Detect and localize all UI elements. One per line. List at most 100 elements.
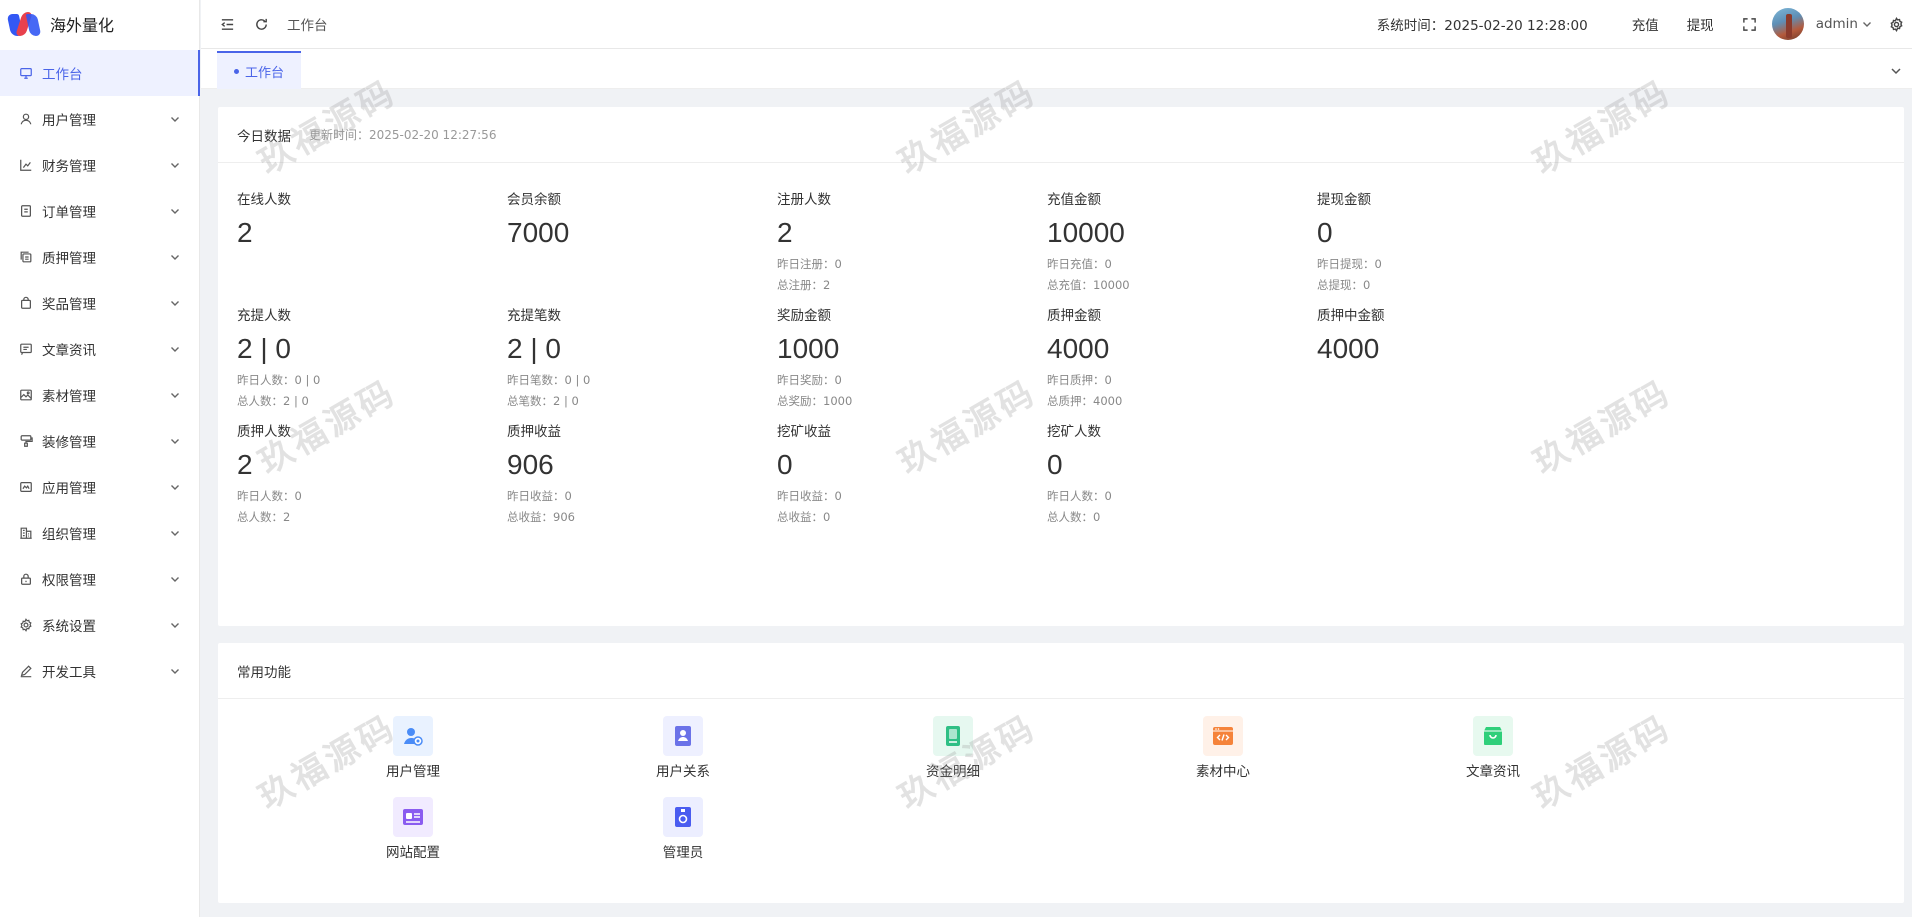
stat-subtext: 总奖励：1000 bbox=[777, 394, 853, 408]
stat-subtext: 总笔数：2 | 0 bbox=[507, 394, 579, 408]
stat-subtext: 昨日质押：0 bbox=[1047, 373, 1112, 387]
stat-value: 4000 bbox=[1317, 333, 1380, 364]
sidebar-item[interactable]: 系统设置 bbox=[0, 602, 199, 648]
stat-item: 挖矿收益 0 昨日收益：0 总收益：0 bbox=[777, 420, 1077, 525]
function-shortcut[interactable]: 资金明细 bbox=[893, 716, 1013, 780]
sidebar-item[interactable]: 开发工具 bbox=[0, 648, 199, 694]
sidebar-item-label: 装修管理 bbox=[42, 435, 96, 451]
sidebar-item[interactable]: 权限管理 bbox=[0, 556, 199, 602]
logo[interactable]: 海外量化 bbox=[0, 0, 199, 48]
stat-subtext: 总收益：906 bbox=[507, 510, 575, 524]
copy-icon bbox=[18, 249, 34, 265]
pen-icon bbox=[18, 663, 34, 679]
chevron-down-icon bbox=[169, 389, 181, 401]
sidebar-item[interactable]: 组织管理 bbox=[0, 510, 199, 556]
sidebar-item[interactable]: 质押管理 bbox=[0, 234, 199, 280]
stat-value: 0 bbox=[777, 449, 793, 480]
sidebar-item[interactable]: 订单管理 bbox=[0, 188, 199, 234]
sidebar-item[interactable]: 奖品管理 bbox=[0, 280, 199, 326]
stat-item: 注册人数 2 昨日注册：0 总注册：2 bbox=[777, 188, 1077, 293]
update-time: 更新时间：2025-02-20 12:27:56 bbox=[309, 128, 497, 142]
stat-label: 质押收益 bbox=[507, 424, 561, 440]
stat-subtext: 昨日收益：0 bbox=[507, 489, 572, 503]
chevron-down-icon bbox=[169, 619, 181, 631]
sidebar-item[interactable]: 文章资讯 bbox=[0, 326, 199, 372]
stat-label: 在线人数 bbox=[237, 192, 291, 208]
withdraw-link[interactable]: 提现 bbox=[1687, 14, 1714, 34]
function-shortcut[interactable]: 用户管理 bbox=[353, 716, 473, 780]
sidebar-item[interactable]: 财务管理 bbox=[0, 142, 199, 188]
stat-item: 质押金额 4000 昨日质押：0 总质押：4000 bbox=[1047, 304, 1347, 409]
building-icon bbox=[18, 525, 34, 541]
sidebar-item[interactable]: 工作台 bbox=[0, 50, 200, 96]
stat-subtext: 昨日奖励：0 bbox=[777, 373, 842, 387]
stat-subtext: 昨日人数：0 bbox=[237, 489, 302, 503]
system-time: 系统时间：2025-02-20 12:28:00 bbox=[1376, 18, 1588, 34]
user-menu[interactable]: admin bbox=[1816, 16, 1872, 32]
box-icon bbox=[1473, 716, 1513, 756]
stat-subtext: 昨日注册：0 bbox=[777, 257, 842, 271]
sidebar-item-label: 应用管理 bbox=[42, 481, 96, 497]
image-icon bbox=[18, 387, 34, 403]
badge-icon bbox=[663, 797, 703, 837]
stat-subtext: 昨日人数：0 | 0 bbox=[237, 373, 321, 387]
function-shortcut[interactable]: 用户关系 bbox=[623, 716, 743, 780]
card-title: 常用功能 bbox=[237, 664, 291, 681]
function-shortcut[interactable]: 素材中心 bbox=[1163, 716, 1283, 780]
tabs-dropdown-icon[interactable] bbox=[1890, 62, 1904, 76]
refresh-icon[interactable] bbox=[253, 16, 269, 32]
function-shortcut[interactable]: 管理员 bbox=[623, 797, 743, 861]
stat-subtext: 总人数：2 | 0 bbox=[237, 394, 309, 408]
sidebar-item-label: 质押管理 bbox=[42, 251, 96, 267]
chevron-down-icon bbox=[169, 113, 181, 125]
sidebar-item-label: 财务管理 bbox=[42, 159, 96, 175]
stat-item: 质押中金额 4000 bbox=[1317, 304, 1617, 366]
tab-workbench[interactable]: 工作台 bbox=[217, 51, 301, 89]
card-title: 今日数据 bbox=[237, 128, 291, 145]
sidebar-item[interactable]: 素材管理 bbox=[0, 372, 199, 418]
stat-item: 质押人数 2 昨日人数：0 总人数：2 bbox=[237, 420, 537, 525]
breadcrumb: 工作台 bbox=[287, 18, 328, 34]
stat-subtext: 昨日提现：0 bbox=[1317, 257, 1382, 271]
function-shortcut[interactable]: 文章资讯 bbox=[1433, 716, 1553, 780]
function-label: 用户关系 bbox=[656, 764, 710, 780]
common-functions-card: 常用功能 用户管理 用户关系 资金明细 素材中心 文章资讯网站配置 管理员 bbox=[218, 643, 1904, 903]
tab-label: 工作台 bbox=[244, 65, 284, 81]
chart-icon bbox=[18, 157, 34, 173]
stat-value: 4000 bbox=[1047, 333, 1110, 364]
stat-value: 2 | 0 bbox=[237, 333, 291, 364]
stat-subtext: 昨日笔数：0 | 0 bbox=[507, 373, 591, 387]
stat-value: 0 bbox=[1317, 217, 1333, 248]
bag-icon bbox=[18, 295, 34, 311]
card-header: 常用功能 bbox=[218, 643, 1904, 699]
sidebar-item[interactable]: 应用管理 bbox=[0, 464, 199, 510]
sidebar-item-label: 奖品管理 bbox=[42, 297, 96, 313]
stat-label: 挖矿收益 bbox=[777, 424, 831, 440]
fullscreen-icon[interactable] bbox=[1742, 16, 1758, 32]
recharge-link[interactable]: 充值 bbox=[1632, 14, 1659, 34]
menu-fold-icon[interactable] bbox=[219, 16, 235, 32]
sidebar-item[interactable]: 装修管理 bbox=[0, 418, 199, 464]
avatar[interactable] bbox=[1771, 8, 1804, 40]
card-header: 今日数据 更新时间：2025-02-20 12:27:56 bbox=[218, 107, 1904, 163]
function-label: 网站配置 bbox=[386, 845, 440, 861]
id-card-icon bbox=[393, 797, 433, 837]
sidebar-item[interactable]: 用户管理 bbox=[0, 96, 199, 142]
code-window-icon bbox=[1203, 716, 1243, 756]
chevron-down-icon bbox=[169, 251, 181, 263]
stat-subtext: 总人数：0 bbox=[1047, 510, 1101, 524]
stat-item: 提现金额 0 昨日提现：0 总提现：0 bbox=[1317, 188, 1617, 293]
function-label: 用户管理 bbox=[386, 764, 440, 780]
chevron-down-icon bbox=[1863, 22, 1871, 27]
stat-subtext: 总质押：4000 bbox=[1047, 394, 1123, 408]
monitor-icon bbox=[18, 65, 34, 81]
function-label: 资金明细 bbox=[926, 764, 980, 780]
chevron-down-icon bbox=[169, 481, 181, 493]
stat-label: 充提人数 bbox=[237, 308, 291, 324]
stat-label: 充提笔数 bbox=[507, 308, 561, 324]
stat-subtext: 总提现：0 bbox=[1317, 278, 1371, 292]
stat-subtext: 总注册：2 bbox=[777, 278, 831, 292]
gear-icon[interactable] bbox=[1888, 16, 1904, 32]
function-shortcut[interactable]: 网站配置 bbox=[353, 797, 473, 861]
stat-value: 2 bbox=[237, 217, 253, 248]
